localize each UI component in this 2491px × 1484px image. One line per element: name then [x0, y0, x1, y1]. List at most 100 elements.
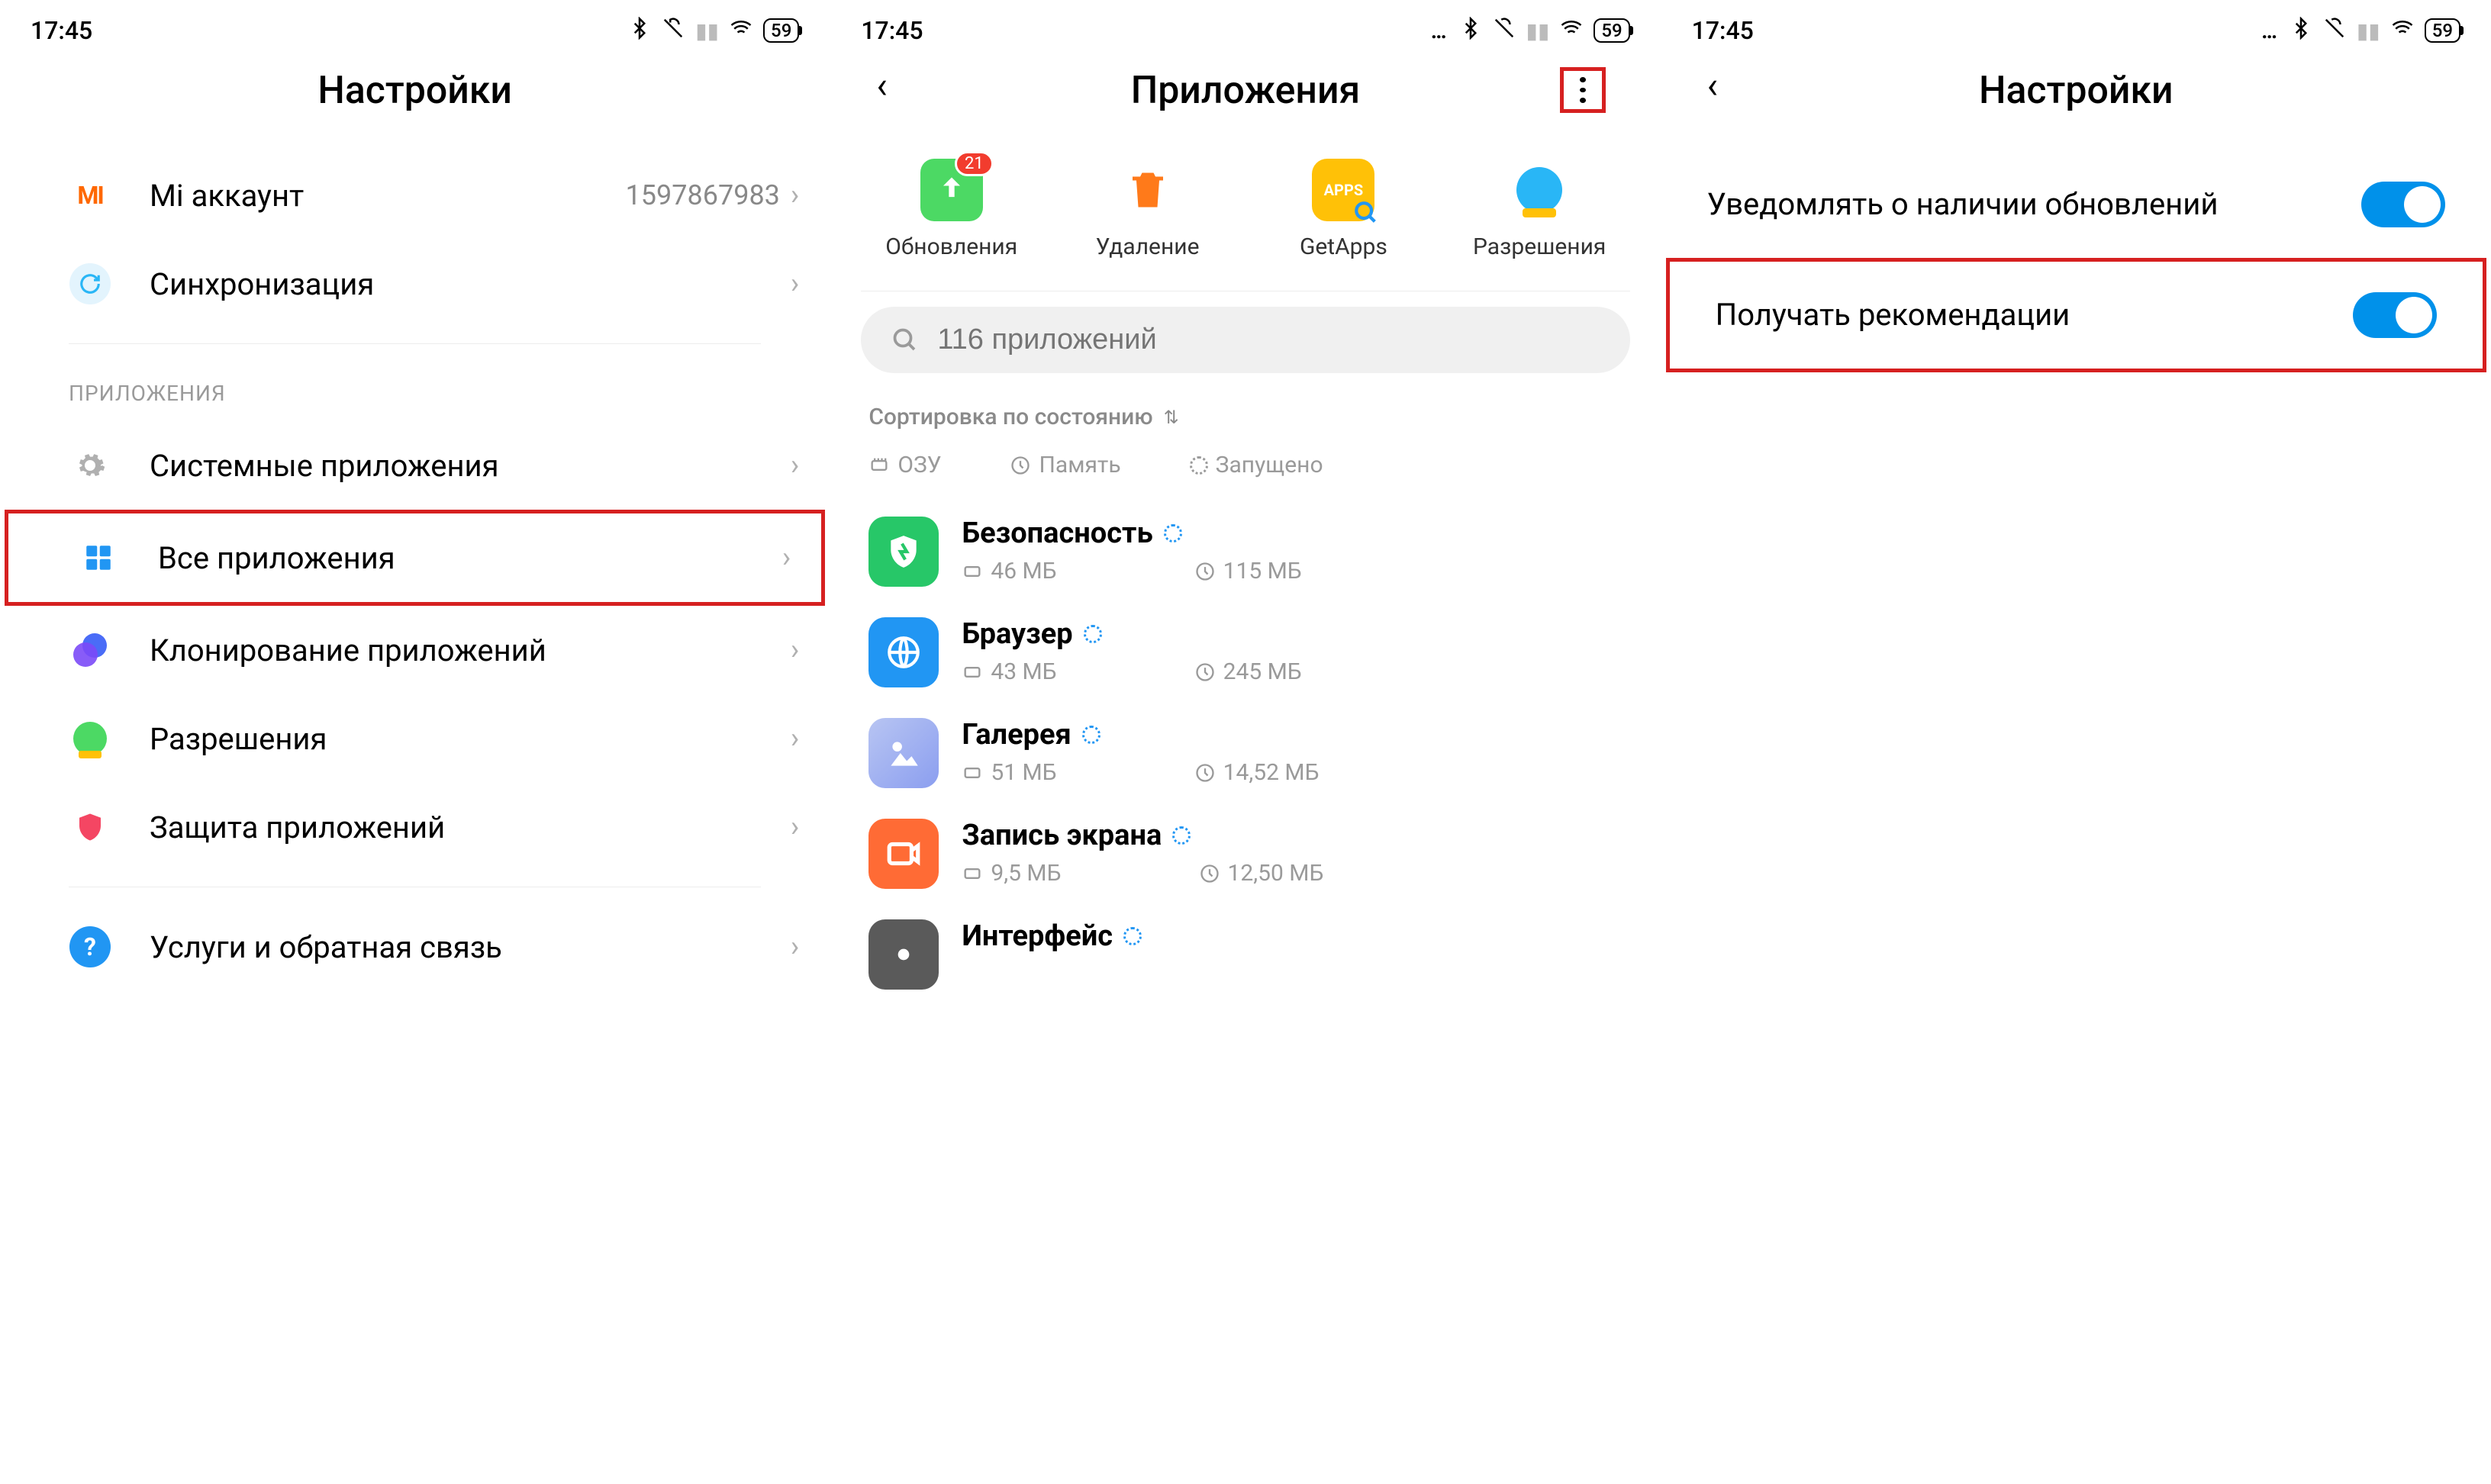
vibrate-icon	[2323, 17, 2346, 45]
updates-action[interactable]: 21 Обновления	[857, 159, 1046, 260]
permissions-action-label: Разрешения	[1473, 233, 1606, 260]
running-indicator-icon	[1084, 625, 1102, 643]
app-protection-row[interactable]: Защита приложений ›	[0, 783, 830, 871]
app-icon	[868, 617, 939, 687]
settings-main-panel: 17:45 ▮▮ 59 Настройки MI Mi аккаунт 1597…	[0, 0, 830, 1484]
vibrate-icon	[1493, 17, 1516, 45]
notify-updates-label: Уведомлять о наличии обновлений	[1707, 185, 2338, 224]
app-name: Запись экрана	[962, 819, 1162, 852]
signal-icon: ▮▮	[1526, 18, 1550, 43]
app-icon	[868, 718, 939, 788]
chevron-right-icon: ›	[791, 930, 799, 964]
app-storage: 12,50 МБ	[1228, 860, 1324, 887]
chevron-right-icon: ›	[791, 449, 799, 482]
system-apps-row[interactable]: Системные приложения ›	[0, 421, 830, 510]
mi-account-id: 1597867983	[626, 179, 780, 211]
app-settings-panel: 17:45 … ▮▮ 59 ‹ Настройки Уведомлять о н…	[1661, 0, 2491, 1484]
feedback-label: Услуги и обратная связь	[150, 929, 791, 965]
status-time: 17:45	[31, 16, 92, 45]
bluetooth-icon	[628, 17, 651, 45]
all-apps-label: Все приложения	[158, 540, 782, 576]
back-button[interactable]: ‹	[1707, 67, 1718, 104]
permissions-action[interactable]: Разрешения	[1445, 159, 1634, 260]
status-bar: 17:45 ▮▮ 59	[0, 0, 830, 53]
chevron-right-icon: ›	[791, 267, 799, 301]
status-bar: 17:45 … ▮▮ 59	[830, 0, 1660, 53]
battery-icon: 59	[763, 18, 799, 43]
battery-icon: 59	[2425, 18, 2460, 43]
notify-updates-row[interactable]: Уведомлять о наличии обновлений	[1661, 151, 2491, 258]
search-input[interactable]	[937, 324, 1599, 356]
chevron-right-icon: ›	[791, 722, 799, 755]
app-row[interactable]: Браузер 43 МБ 245 МБ	[830, 602, 1660, 703]
apps-panel: 17:45 … ▮▮ 59 ‹ Приложения 21 Обновления	[830, 0, 1660, 1484]
search-icon	[891, 327, 919, 354]
feedback-row[interactable]: ? Услуги и обратная связь ›	[0, 903, 830, 991]
app-storage: 14,52 МБ	[1223, 759, 1320, 786]
app-row[interactable]: Запись экрана 9,5 МБ 12,50 МБ	[830, 803, 1660, 904]
recommendations-label: Получать рекомендации	[1716, 295, 2330, 335]
sync-row[interactable]: Синхронизация ›	[0, 240, 830, 328]
page-title: Настройки	[1979, 69, 2174, 113]
app-name: Интерфейс	[962, 919, 1113, 953]
sort-label: Сортировка по состоянию	[868, 404, 1152, 430]
app-icon	[868, 919, 939, 990]
sync-label: Синхронизация	[150, 266, 791, 302]
more-status-icon: …	[2261, 18, 2279, 43]
wifi-icon	[1560, 17, 1583, 45]
app-name: Браузер	[962, 617, 1072, 651]
section-apps-title: ПРИЛОЖЕНИЯ	[0, 359, 830, 421]
app-ram: 9,5 МБ	[991, 860, 1061, 887]
app-ram: 46 МБ	[991, 558, 1056, 584]
wifi-icon	[2391, 17, 2414, 45]
clone-apps-row[interactable]: Клонирование приложений ›	[0, 606, 830, 694]
battery-icon: 59	[1594, 18, 1629, 43]
all-apps-row[interactable]: Все приложения ›	[5, 510, 825, 606]
chevron-right-icon: ›	[791, 810, 799, 844]
help-icon: ?	[69, 925, 111, 968]
updates-badge: 21	[955, 151, 994, 176]
recommendations-toggle[interactable]	[2353, 292, 2437, 338]
getapps-action[interactable]: APPS GetApps	[1249, 159, 1438, 260]
permissions-icon	[69, 717, 111, 760]
notify-updates-toggle[interactable]	[2361, 182, 2445, 227]
app-name: Галерея	[962, 718, 1071, 752]
uninstall-label: Удаление	[1096, 233, 1200, 260]
divider	[69, 343, 761, 344]
permissions-icon	[1508, 159, 1571, 221]
app-row[interactable]: Безопасность 46 МБ 115 МБ	[830, 501, 1660, 602]
uninstall-action[interactable]: Удаление	[1053, 159, 1242, 260]
grid-icon	[77, 536, 120, 579]
search-box[interactable]	[861, 307, 1629, 373]
running-indicator-icon	[1172, 826, 1191, 845]
bluetooth-icon	[2290, 17, 2312, 45]
sort-row[interactable]: Сортировка по состоянию ⇅	[830, 396, 1660, 441]
updates-icon: 21	[920, 159, 983, 221]
app-row[interactable]: Галерея 51 МБ 14,52 МБ	[830, 703, 1660, 803]
vibrate-icon	[662, 17, 685, 45]
signal-icon: ▮▮	[2357, 18, 2380, 43]
more-status-icon: …	[1431, 18, 1449, 43]
app-row[interactable]: Интерфейс	[830, 904, 1660, 1005]
mi-account-label: Mi аккаунт	[150, 178, 626, 214]
status-icons: … ▮▮ 59	[2261, 17, 2460, 45]
permissions-label: Разрешения	[150, 721, 791, 757]
status-icons: ▮▮ 59	[628, 17, 799, 45]
app-icon	[868, 517, 939, 587]
meta-storage: Память	[1010, 452, 1120, 478]
meta-header: ОЗУ Память Запущено	[830, 441, 1660, 501]
header: ‹ Настройки	[1661, 53, 2491, 151]
permissions-row[interactable]: Разрешения ›	[0, 694, 830, 783]
wifi-icon	[730, 17, 752, 45]
signal-icon: ▮▮	[695, 18, 719, 43]
chevron-right-icon: ›	[782, 541, 791, 575]
back-button[interactable]: ‹	[876, 67, 887, 104]
getapps-icon: APPS	[1312, 159, 1374, 221]
more-menu-button[interactable]	[1560, 67, 1606, 113]
status-time: 17:45	[861, 16, 923, 45]
recommendations-row[interactable]: Получать рекомендации	[1666, 258, 2486, 372]
mi-account-row[interactable]: MI Mi аккаунт 1597867983 ›	[0, 151, 830, 240]
gear-icon	[69, 444, 111, 487]
app-name: Безопасность	[962, 517, 1152, 550]
app-storage: 115 МБ	[1223, 558, 1302, 584]
